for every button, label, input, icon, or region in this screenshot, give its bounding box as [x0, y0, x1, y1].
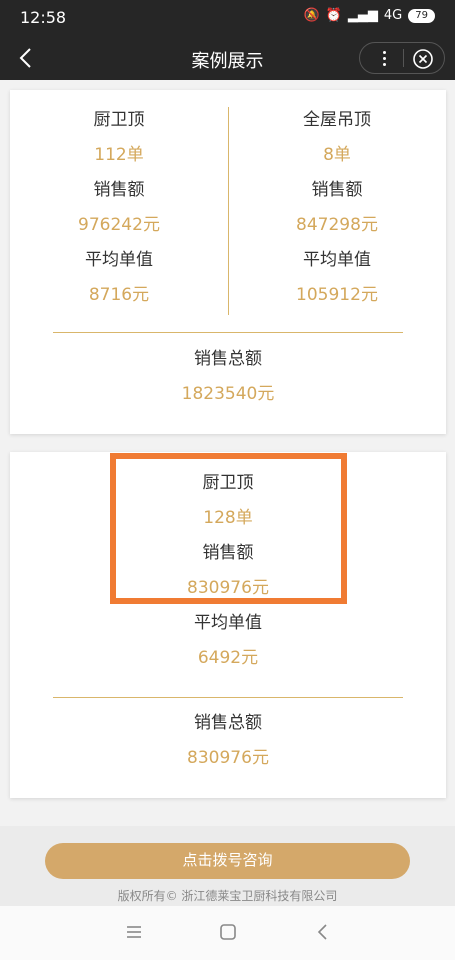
- avg-label: 平均单值: [85, 250, 153, 270]
- close-icon[interactable]: [412, 48, 434, 70]
- nav-bar: 案例展示: [0, 36, 455, 80]
- menu-icon[interactable]: [124, 922, 144, 942]
- order-count: 8单: [323, 145, 351, 165]
- sales-value: 847298元: [296, 215, 378, 235]
- total-value: 830976元: [187, 748, 269, 768]
- order-count: 112单: [94, 145, 144, 165]
- category-label: 厨卫顶: [93, 110, 145, 130]
- total-label: 销售总额: [194, 713, 262, 733]
- battery-icon: 79: [408, 8, 435, 23]
- section-divider: [53, 697, 403, 698]
- total-label: 销售总额: [194, 349, 262, 369]
- more-icon[interactable]: [374, 47, 394, 69]
- alarm-icon: ⏰: [325, 8, 342, 23]
- home-icon[interactable]: [218, 922, 238, 942]
- avg-value: 6492元: [197, 648, 259, 668]
- call-consult-button[interactable]: 点击拨号咨询: [45, 843, 410, 879]
- system-nav-bar: [0, 906, 455, 960]
- mini-program-capsule: [359, 42, 445, 74]
- category-label: 全屋吊顶: [303, 110, 371, 130]
- capsule-divider: [403, 49, 404, 67]
- copyright-text: 版权所有© 浙江德莱宝卫厨科技有限公司: [117, 889, 338, 903]
- sales-label: 销售额: [93, 180, 145, 200]
- signal-icon: ▂▄▆: [347, 8, 378, 23]
- status-icons: 🔕 ⏰ ▂▄▆ 4G 79: [304, 8, 435, 23]
- section-divider: [53, 332, 403, 333]
- status-bar: 12:58 🔕 ⏰ ▂▄▆ 4G 79: [0, 0, 455, 36]
- avg-label: 平均单值: [194, 613, 262, 633]
- avg-value: 105912元: [296, 285, 378, 305]
- stats-card-1: 厨卫顶 112单 销售额 976242元 平均单值 8716元 全屋吊顶 8单 …: [10, 90, 446, 434]
- total-value: 1823540元: [181, 384, 275, 404]
- footer: 点击拨号咨询 版权所有© 浙江德莱宝卫厨科技有限公司: [0, 826, 455, 906]
- avg-label: 平均单值: [303, 250, 371, 270]
- back-nav-icon[interactable]: [313, 922, 333, 942]
- status-time: 12:58: [20, 8, 67, 27]
- sales-value: 976242元: [78, 215, 160, 235]
- avg-value: 8716元: [88, 285, 150, 305]
- network-type: 4G: [383, 8, 403, 23]
- highlight-box: [110, 453, 347, 604]
- sales-label: 销售额: [311, 180, 363, 200]
- mute-icon: 🔕: [303, 8, 320, 23]
